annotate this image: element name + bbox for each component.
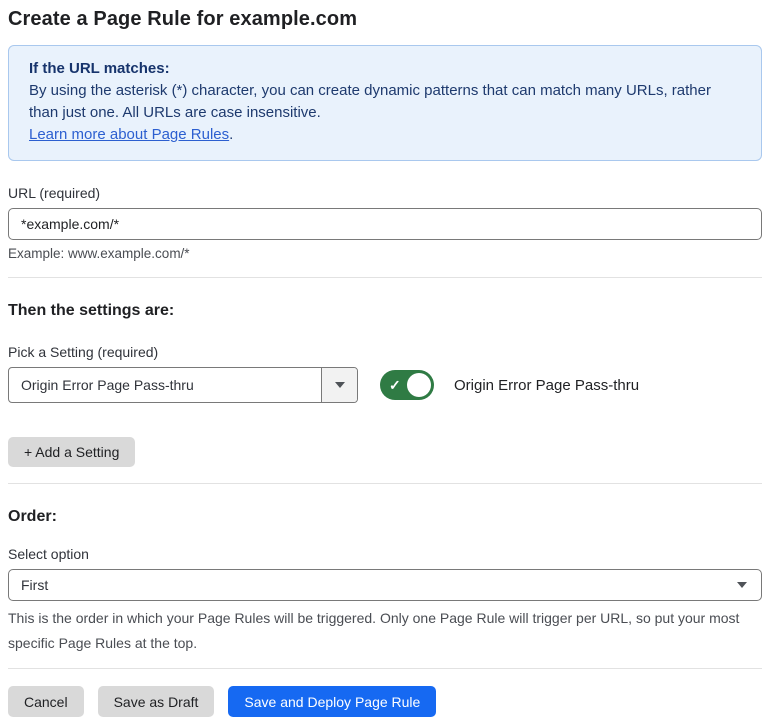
footer-actions: Cancel Save as Draft Save and Deploy Pag… [8,686,762,717]
info-box-link-line: Learn more about Page Rules. [29,124,741,146]
save-as-draft-button[interactable]: Save as Draft [97,686,215,717]
page-title: Create a Page Rule for example.com [8,8,358,30]
chevron-down-icon [737,582,747,588]
save-and-deploy-button[interactable]: Save and Deploy Page Rule [228,686,437,717]
add-setting-button[interactable]: + Add a Setting [8,437,136,467]
settings-section-heading: Then the settings are: [8,302,175,319]
order-select-value: First [21,577,49,593]
learn-more-link[interactable]: Learn more about Page Rules [29,126,229,143]
url-input[interactable] [8,208,762,240]
setting-select-value: Origin Error Page Pass-thru [21,377,194,393]
toggle-knob [407,373,431,397]
check-icon: ✓ [389,377,401,393]
order-helper-text: This is the order in which your Page Rul… [8,610,740,651]
setting-toggle[interactable]: ✓ [380,370,434,400]
info-box-heading: If the URL matches: [29,60,170,77]
divider [8,668,762,669]
link-suffix: . [229,126,234,143]
cancel-button[interactable]: Cancel [8,686,84,717]
info-box-body: By using the asterisk (*) character, you… [29,82,711,121]
url-match-info-box: If the URL matches: By using the asteris… [8,45,762,161]
order-select[interactable]: First [8,569,762,601]
setting-select-arrow-segment [321,368,357,402]
setting-toggle-label: Origin Error Page Pass-thru [454,376,640,394]
url-field-label: URL (required) [8,185,101,201]
order-section-heading: Order: [8,508,57,525]
url-helper-text: Example: www.example.com/* [8,246,190,261]
divider [8,483,762,484]
divider [8,277,762,278]
pick-setting-label: Pick a Setting (required) [8,344,159,360]
setting-picker-row: Origin Error Page Pass-thru ✓ Origin Err… [8,367,762,403]
setting-select[interactable]: Origin Error Page Pass-thru [8,367,358,403]
dropdown-arrow-icon [334,382,345,388]
order-select-label: Select option [8,546,89,562]
